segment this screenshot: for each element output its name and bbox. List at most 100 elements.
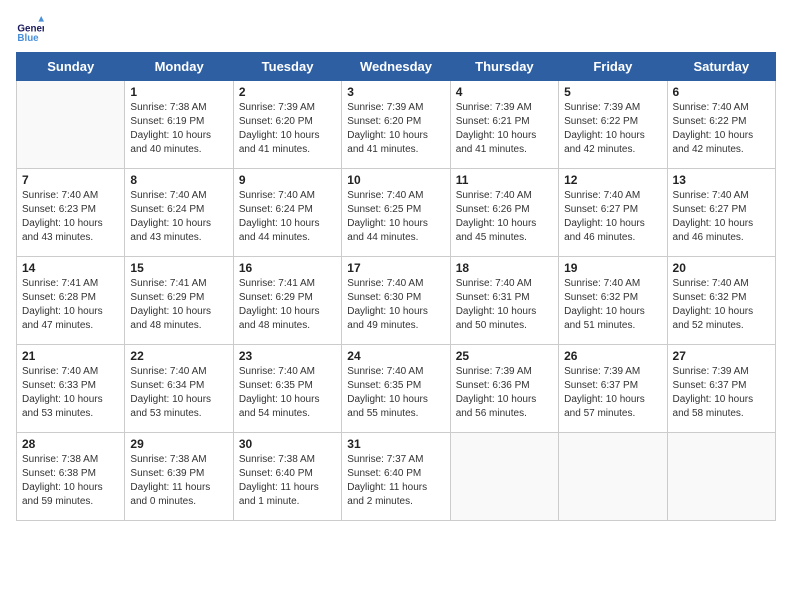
- col-header-tuesday: Tuesday: [233, 53, 341, 81]
- calendar-cell: 12 Sunrise: 7:40 AM Sunset: 6:27 PM Dayli…: [559, 169, 667, 257]
- day-number: 22: [130, 349, 227, 363]
- day-number: 24: [347, 349, 444, 363]
- page-header: General Blue: [16, 16, 776, 44]
- day-number: 7: [22, 173, 119, 187]
- logo-icon: General Blue: [16, 16, 44, 44]
- calendar-table: SundayMondayTuesdayWednesdayThursdayFrid…: [16, 52, 776, 521]
- calendar-cell: 23 Sunrise: 7:40 AM Sunset: 6:35 PM Dayli…: [233, 345, 341, 433]
- day-info: Sunrise: 7:40 AM Sunset: 6:22 PM Dayligh…: [673, 101, 770, 157]
- day-info: Sunrise: 7:38 AM Sunset: 6:39 PM Dayligh…: [130, 453, 227, 509]
- col-header-friday: Friday: [559, 53, 667, 81]
- calendar-cell: 11Sunrise: 7:40 AM Sunset: 6:26 PM Dayli…: [450, 169, 558, 257]
- calendar-cell: [17, 81, 125, 169]
- calendar-cell: 29 Sunrise: 7:38 AM Sunset: 6:39 PM Dayli…: [125, 433, 233, 521]
- day-number: 3: [347, 85, 444, 99]
- day-info: Sunrise: 7:40 AM Sunset: 6:27 PM Dayligh…: [673, 189, 770, 245]
- calendar-cell: 8 Sunrise: 7:40 AM Sunset: 6:24 PM Daylig…: [125, 169, 233, 257]
- day-info: Sunrise: 7:39 AM Sunset: 6:37 PM Dayligh…: [564, 365, 661, 421]
- day-number: 1: [130, 85, 227, 99]
- day-number: 8: [130, 173, 227, 187]
- day-number: 13: [673, 173, 770, 187]
- day-number: 19: [564, 261, 661, 275]
- calendar-cell: 27Sunrise: 7:39 AM Sunset: 6:37 PM Dayli…: [667, 345, 775, 433]
- calendar-cell: 17 Sunrise: 7:40 AM Sunset: 6:30 PM Dayli…: [342, 257, 450, 345]
- day-info: Sunrise: 7:41 AM Sunset: 6:29 PM Dayligh…: [239, 277, 336, 333]
- day-number: 9: [239, 173, 336, 187]
- calendar-cell: 24 Sunrise: 7:40 AM Sunset: 6:35 PM Dayli…: [342, 345, 450, 433]
- calendar-cell: 18 Sunrise: 7:40 AM Sunset: 6:31 PM Dayli…: [450, 257, 558, 345]
- calendar-cell: 21Sunrise: 7:40 AM Sunset: 6:33 PM Dayli…: [17, 345, 125, 433]
- calendar-cell: 4 Sunrise: 7:39 AM Sunset: 6:21 PM Daylig…: [450, 81, 558, 169]
- calendar-cell: 6 Sunrise: 7:40 AM Sunset: 6:22 PM Daylig…: [667, 81, 775, 169]
- day-info: Sunrise: 7:40 AM Sunset: 6:30 PM Dayligh…: [347, 277, 444, 333]
- svg-text:Blue: Blue: [17, 33, 39, 44]
- col-header-sunday: Sunday: [17, 53, 125, 81]
- col-header-thursday: Thursday: [450, 53, 558, 81]
- calendar-cell: [559, 433, 667, 521]
- calendar-cell: 31 Sunrise: 7:37 AM Sunset: 6:40 PM Dayli…: [342, 433, 450, 521]
- day-info: Sunrise: 7:40 AM Sunset: 6:32 PM Dayligh…: [564, 277, 661, 333]
- day-info: Sunrise: 7:40 AM Sunset: 6:31 PM Dayligh…: [456, 277, 553, 333]
- day-number: 5: [564, 85, 661, 99]
- day-info: Sunrise: 7:40 AM Sunset: 6:35 PM Dayligh…: [239, 365, 336, 421]
- col-header-monday: Monday: [125, 53, 233, 81]
- day-number: 20: [673, 261, 770, 275]
- day-info: Sunrise: 7:40 AM Sunset: 6:27 PM Dayligh…: [564, 189, 661, 245]
- day-info: Sunrise: 7:40 AM Sunset: 6:33 PM Dayligh…: [22, 365, 119, 421]
- calendar-cell: 15 Sunrise: 7:41 AM Sunset: 6:29 PM Dayli…: [125, 257, 233, 345]
- day-number: 6: [673, 85, 770, 99]
- day-info: Sunrise: 7:40 AM Sunset: 6:34 PM Dayligh…: [130, 365, 227, 421]
- day-info: Sunrise: 7:40 AM Sunset: 6:24 PM Dayligh…: [130, 189, 227, 245]
- day-number: 12: [564, 173, 661, 187]
- day-info: Sunrise: 7:40 AM Sunset: 6:23 PM Dayligh…: [22, 189, 119, 245]
- day-number: 29: [130, 437, 227, 451]
- day-number: 2: [239, 85, 336, 99]
- calendar-cell: 14Sunrise: 7:41 AM Sunset: 6:28 PM Dayli…: [17, 257, 125, 345]
- day-info: Sunrise: 7:40 AM Sunset: 6:35 PM Dayligh…: [347, 365, 444, 421]
- calendar-week-5: 28 Sunrise: 7:38 AM Sunset: 6:38 PM Dayli…: [17, 433, 776, 521]
- calendar-week-4: 21Sunrise: 7:40 AM Sunset: 6:33 PM Dayli…: [17, 345, 776, 433]
- day-info: Sunrise: 7:39 AM Sunset: 6:36 PM Dayligh…: [456, 365, 553, 421]
- day-info: Sunrise: 7:41 AM Sunset: 6:29 PM Dayligh…: [130, 277, 227, 333]
- calendar-week-1: 1 Sunrise: 7:38 AM Sunset: 6:19 PM Daylig…: [17, 81, 776, 169]
- calendar-cell: 3 Sunrise: 7:39 AM Sunset: 6:20 PM Daylig…: [342, 81, 450, 169]
- col-header-saturday: Saturday: [667, 53, 775, 81]
- day-info: Sunrise: 7:39 AM Sunset: 6:20 PM Dayligh…: [347, 101, 444, 157]
- day-number: 28: [22, 437, 119, 451]
- day-number: 11: [456, 173, 553, 187]
- calendar-cell: [450, 433, 558, 521]
- day-info: Sunrise: 7:38 AM Sunset: 6:40 PM Dayligh…: [239, 453, 336, 509]
- calendar-cell: 25 Sunrise: 7:39 AM Sunset: 6:36 PM Dayli…: [450, 345, 558, 433]
- calendar-cell: 13 Sunrise: 7:40 AM Sunset: 6:27 PM Dayli…: [667, 169, 775, 257]
- day-info: Sunrise: 7:39 AM Sunset: 6:20 PM Dayligh…: [239, 101, 336, 157]
- day-number: 4: [456, 85, 553, 99]
- day-info: Sunrise: 7:40 AM Sunset: 6:24 PM Dayligh…: [239, 189, 336, 245]
- calendar-cell: 1 Sunrise: 7:38 AM Sunset: 6:19 PM Daylig…: [125, 81, 233, 169]
- day-number: 15: [130, 261, 227, 275]
- day-info: Sunrise: 7:37 AM Sunset: 6:40 PM Dayligh…: [347, 453, 444, 509]
- day-info: Sunrise: 7:39 AM Sunset: 6:21 PM Dayligh…: [456, 101, 553, 157]
- day-number: 14: [22, 261, 119, 275]
- calendar-cell: 7 Sunrise: 7:40 AM Sunset: 6:23 PM Daylig…: [17, 169, 125, 257]
- day-info: Sunrise: 7:40 AM Sunset: 6:32 PM Dayligh…: [673, 277, 770, 333]
- day-number: 17: [347, 261, 444, 275]
- calendar-cell: 20 Sunrise: 7:40 AM Sunset: 6:32 PM Dayli…: [667, 257, 775, 345]
- calendar-cell: [667, 433, 775, 521]
- day-number: 31: [347, 437, 444, 451]
- day-number: 30: [239, 437, 336, 451]
- calendar-week-2: 7 Sunrise: 7:40 AM Sunset: 6:23 PM Daylig…: [17, 169, 776, 257]
- day-number: 10: [347, 173, 444, 187]
- calendar-cell: 28 Sunrise: 7:38 AM Sunset: 6:38 PM Dayli…: [17, 433, 125, 521]
- day-info: Sunrise: 7:39 AM Sunset: 6:22 PM Dayligh…: [564, 101, 661, 157]
- calendar-week-3: 14Sunrise: 7:41 AM Sunset: 6:28 PM Dayli…: [17, 257, 776, 345]
- day-info: Sunrise: 7:38 AM Sunset: 6:38 PM Dayligh…: [22, 453, 119, 509]
- day-number: 18: [456, 261, 553, 275]
- day-number: 25: [456, 349, 553, 363]
- col-header-wednesday: Wednesday: [342, 53, 450, 81]
- logo: General Blue: [16, 16, 48, 44]
- day-number: 23: [239, 349, 336, 363]
- day-number: 16: [239, 261, 336, 275]
- day-info: Sunrise: 7:38 AM Sunset: 6:19 PM Dayligh…: [130, 101, 227, 157]
- calendar-cell: 26Sunrise: 7:39 AM Sunset: 6:37 PM Dayli…: [559, 345, 667, 433]
- calendar-cell: 19 Sunrise: 7:40 AM Sunset: 6:32 PM Dayli…: [559, 257, 667, 345]
